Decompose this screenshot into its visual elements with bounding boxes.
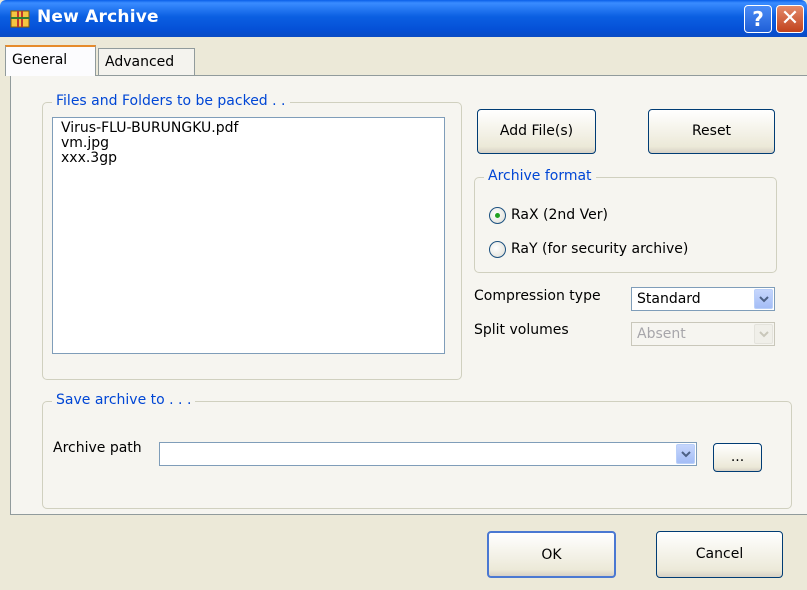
archive-format-legend: Archive format — [484, 168, 596, 184]
browse-button[interactable]: ... — [713, 443, 762, 472]
ok-button[interactable]: OK — [487, 531, 616, 578]
save-archive-legend: Save archive to . . . — [52, 392, 196, 408]
reset-button[interactable]: Reset — [648, 109, 775, 154]
radio-selected-dot — [495, 213, 500, 218]
chevron-down-icon[interactable] — [754, 289, 773, 309]
file-list-item[interactable]: Virus-FLU-BURUNGKU.pdf — [61, 121, 436, 136]
archive-app-icon — [10, 10, 30, 28]
title-bar[interactable]: New Archive ? ✕ — [0, 0, 807, 37]
window-title: New Archive — [37, 7, 159, 27]
files-group-legend: Files and Folders to be packed . . — [52, 93, 290, 109]
radio-rax[interactable]: RaX (2nd Ver) — [489, 206, 719, 226]
chevron-down-icon — [754, 324, 773, 344]
compression-type-select[interactable]: Standard — [631, 287, 775, 311]
compression-type-label: Compression type — [474, 288, 601, 304]
radio-button[interactable] — [489, 241, 506, 258]
compression-type-value: Standard — [637, 291, 701, 307]
archive-path-combo[interactable] — [159, 442, 697, 466]
file-list-item[interactable]: xxx.3gp — [61, 151, 436, 166]
help-button[interactable]: ? — [744, 5, 772, 33]
close-button[interactable]: ✕ — [776, 5, 804, 33]
tab-general[interactable]: General — [5, 45, 96, 76]
tab-advanced[interactable]: Advanced — [98, 48, 195, 75]
radio-rax-label[interactable]: RaX (2nd Ver) — [511, 207, 608, 223]
radio-ray[interactable]: RaY (for security archive) — [489, 240, 739, 260]
radio-button[interactable] — [489, 207, 506, 224]
split-volumes-value: Absent — [637, 326, 686, 342]
archive-path-label: Archive path — [53, 440, 142, 456]
cancel-button[interactable]: Cancel — [656, 531, 783, 578]
split-volumes-select[interactable]: Absent — [631, 322, 775, 346]
file-list[interactable]: Virus-FLU-BURUNGKU.pdf vm.jpg xxx.3gp — [52, 117, 445, 354]
add-files-button[interactable]: Add File(s) — [477, 109, 596, 154]
radio-ray-label[interactable]: RaY (for security archive) — [511, 241, 688, 257]
split-volumes-label: Split volumes — [474, 322, 569, 338]
chevron-down-icon[interactable] — [676, 444, 695, 464]
new-archive-dialog: New Archive ? ✕ Advanced General Files a… — [0, 0, 807, 590]
file-list-item[interactable]: vm.jpg — [61, 136, 436, 151]
